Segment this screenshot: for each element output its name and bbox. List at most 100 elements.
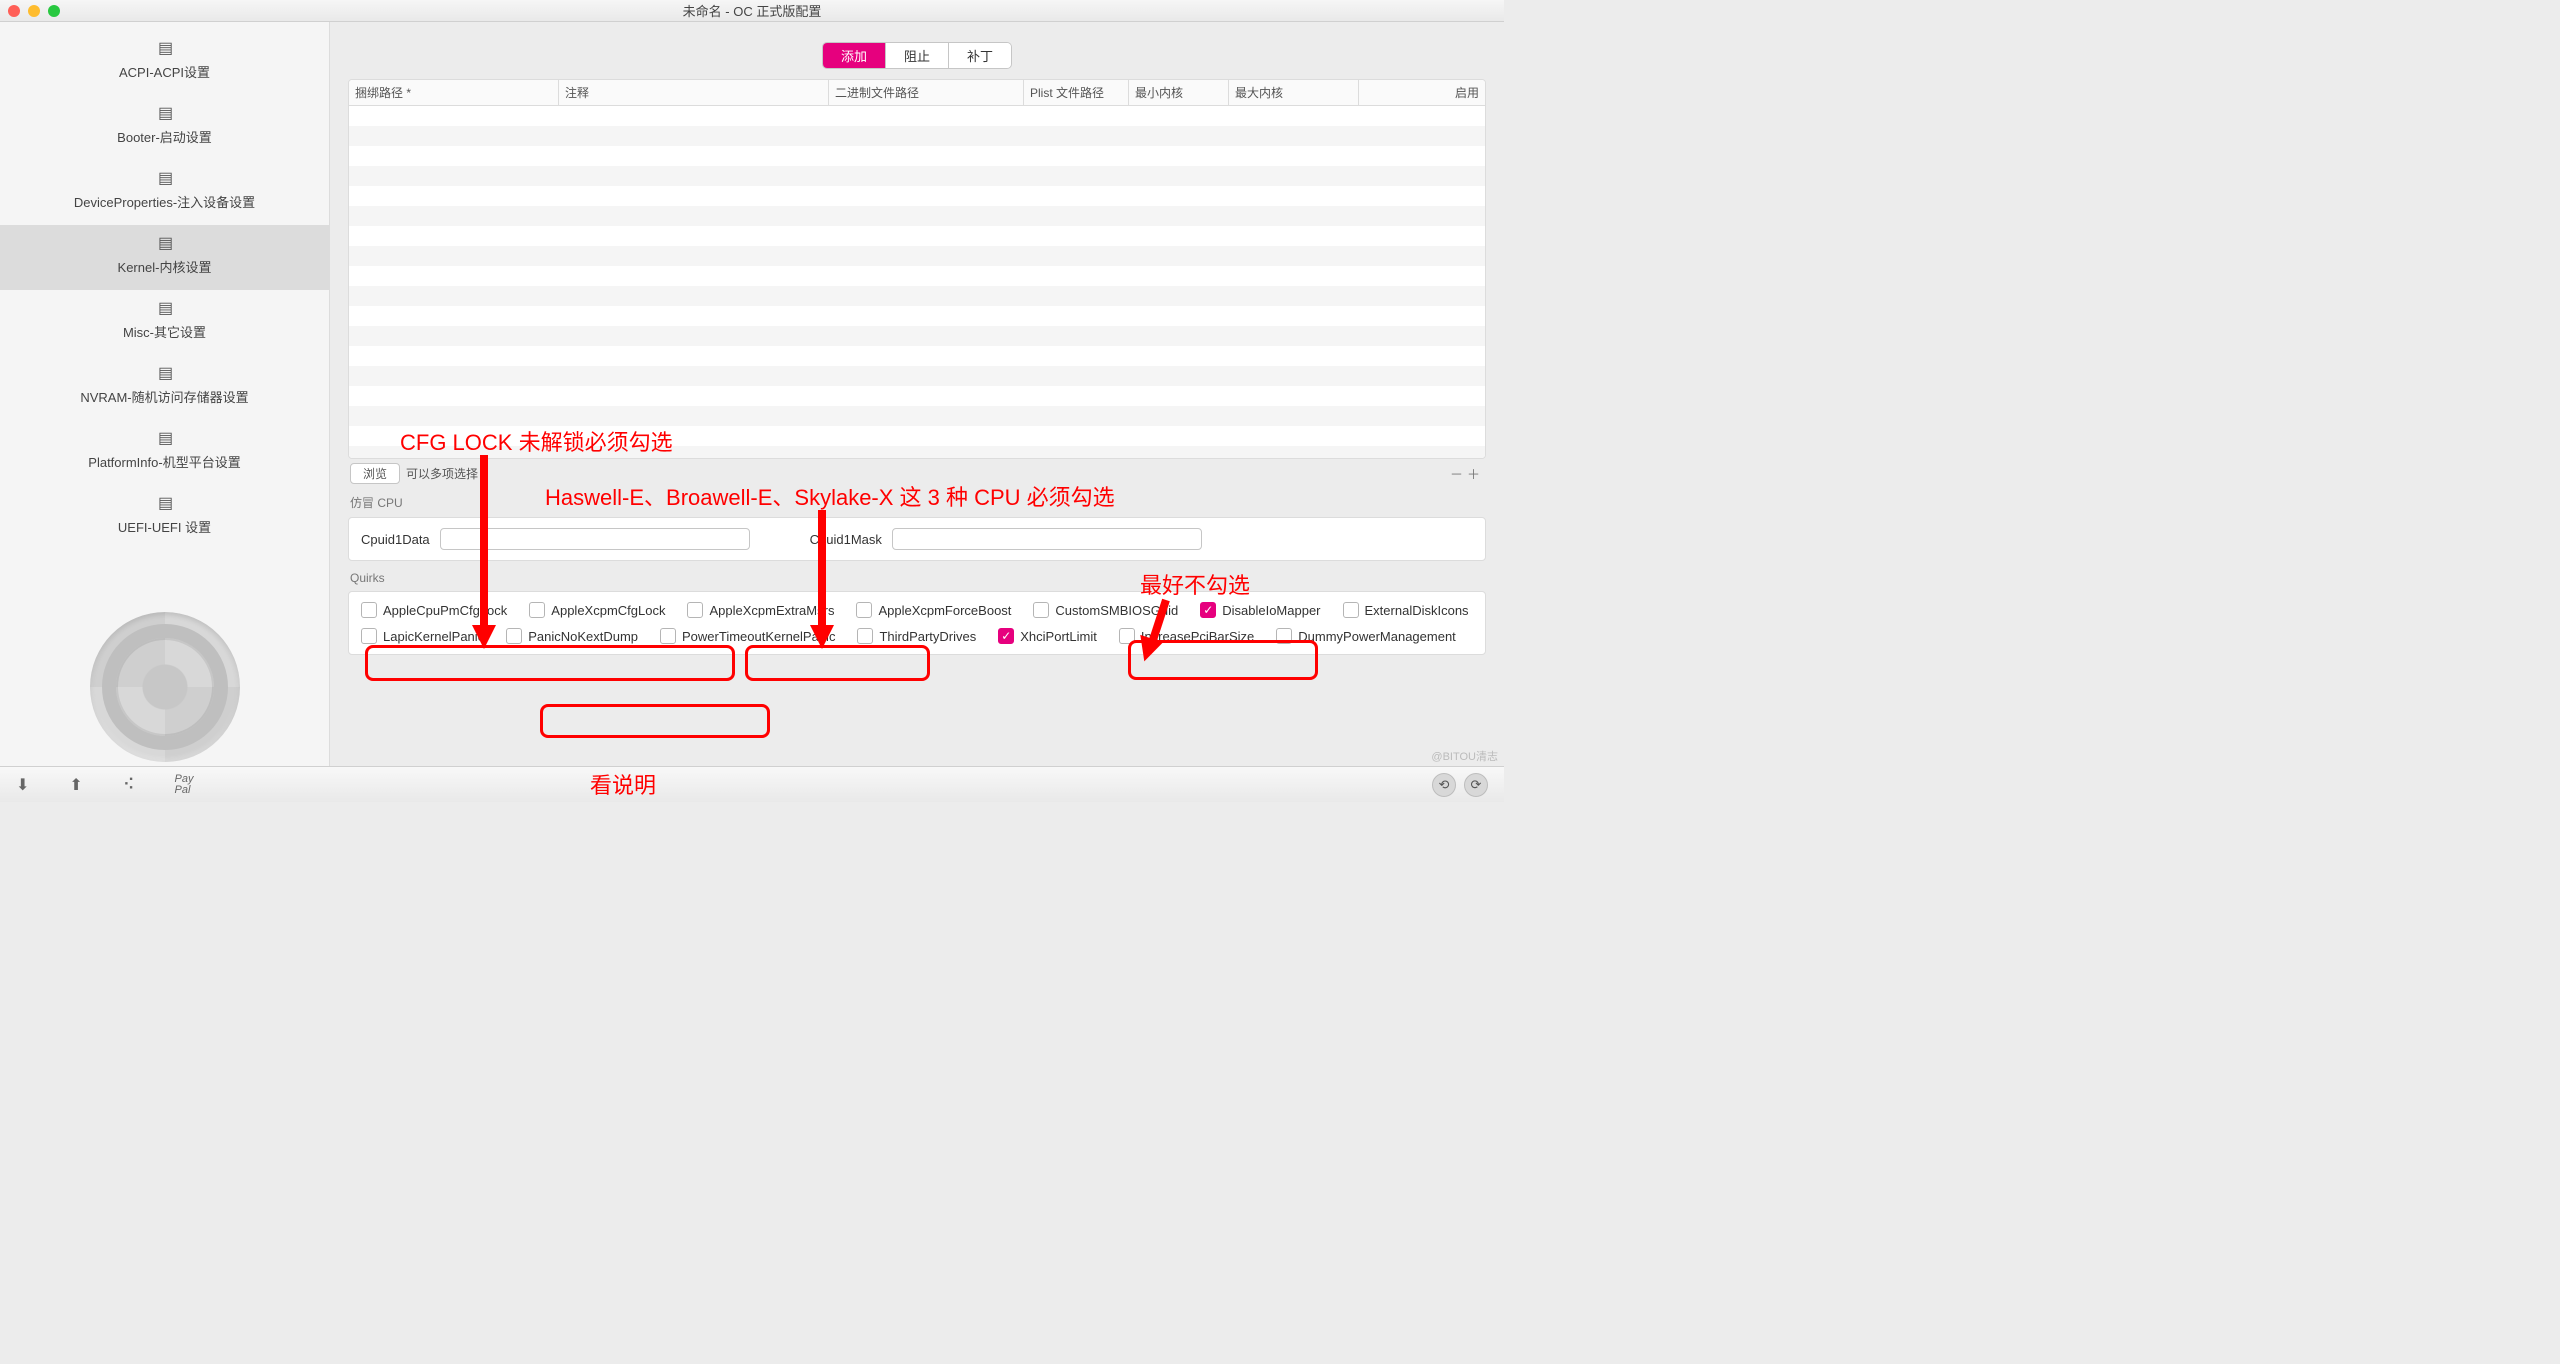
table-row xyxy=(349,206,1485,226)
checkbox-icon xyxy=(1033,602,1049,618)
redo-button[interactable]: ⟳ xyxy=(1464,773,1488,797)
col-minkernel[interactable]: 最小内核 xyxy=(1129,80,1229,105)
checkbox-icon xyxy=(529,602,545,618)
dial-icon xyxy=(90,612,240,762)
table-row xyxy=(349,446,1485,458)
share-icon[interactable]: ⠪ xyxy=(123,775,135,795)
checkbox-label: AppleXcpmCfgLock xyxy=(551,603,665,618)
list-icon: ▤ xyxy=(4,298,325,318)
col-exec[interactable]: 二进制文件路径 xyxy=(829,80,1024,105)
tab-patch[interactable]: 补丁 xyxy=(948,43,1011,68)
table-row xyxy=(349,266,1485,286)
bottom-toolbar: ⬇︎ ⬆︎ ⠪ Pay Pal ⟲ ⟳ xyxy=(0,766,1504,802)
traffic-lights xyxy=(8,5,60,17)
checkbox-label: PowerTimeoutKernelPanic xyxy=(682,629,835,644)
table-body[interactable] xyxy=(349,106,1485,458)
quirk-lapickernelpanic[interactable]: LapicKernelPanic xyxy=(361,628,484,644)
table-row xyxy=(349,366,1485,386)
sidebar-item-kernel[interactable]: ▤ Kernel-内核设置 xyxy=(0,225,329,290)
quirk-disableiomapper[interactable]: DisableIoMapper xyxy=(1200,602,1320,618)
sidebar-item-label: DeviceProperties-注入设备设置 xyxy=(4,192,325,211)
sidebar-item-deviceproperties[interactable]: ▤ DeviceProperties-注入设备设置 xyxy=(0,160,329,225)
undo-button[interactable]: ⟲ xyxy=(1432,773,1456,797)
list-icon: ▤ xyxy=(4,428,325,448)
checkbox-icon xyxy=(506,628,522,644)
table-row xyxy=(349,306,1485,326)
sidebar-item-nvram[interactable]: ▤ NVRAM-随机访问存储器设置 xyxy=(0,355,329,420)
table-row xyxy=(349,126,1485,146)
sidebar: ▤ ACPI-ACPI设置 ▤ Booter-启动设置 ▤ DeviceProp… xyxy=(0,22,330,766)
list-icon: ▤ xyxy=(4,38,325,58)
quirk-applexcpmextramsrs[interactable]: AppleXcpmExtraMsrs xyxy=(687,602,834,618)
sidebar-item-platforminfo[interactable]: ▤ PlatformInfo-机型平台设置 xyxy=(0,420,329,485)
checkbox-label: IncreasePciBarSize xyxy=(1141,629,1254,644)
col-enabled[interactable]: 启用 xyxy=(1359,80,1485,105)
table-row xyxy=(349,426,1485,446)
col-plist[interactable]: Plist 文件路径 xyxy=(1024,80,1129,105)
sidebar-item-label: Booter-启动设置 xyxy=(4,127,325,146)
table-row xyxy=(349,326,1485,346)
checkbox-icon xyxy=(361,628,377,644)
multiselect-hint: 可以多项选择 xyxy=(406,465,478,482)
checkbox-label: XhciPortLimit xyxy=(1020,629,1097,644)
table-row xyxy=(349,226,1485,246)
col-comment[interactable]: 注释 xyxy=(559,80,829,105)
quirk-applexcpmforceboost[interactable]: AppleXcpmForceBoost xyxy=(856,602,1011,618)
table-row xyxy=(349,246,1485,266)
kexts-table[interactable]: 捆绑路径 * 注释 二进制文件路径 Plist 文件路径 最小内核 最大内核 启… xyxy=(348,79,1486,459)
checkbox-icon xyxy=(660,628,676,644)
quirk-customsmbiosguid[interactable]: CustomSMBIOSGuid xyxy=(1033,602,1178,618)
quirk-xhciportlimit[interactable]: XhciPortLimit xyxy=(998,628,1097,644)
navigation-dial[interactable] xyxy=(0,602,329,766)
checkbox-label: ThirdPartyDrives xyxy=(879,629,976,644)
quirk-externaldiskicons[interactable]: ExternalDiskIcons xyxy=(1343,602,1469,618)
checkbox-icon xyxy=(1200,602,1216,618)
sidebar-item-uefi[interactable]: ▤ UEFI-UEFI 设置 xyxy=(0,485,329,550)
minimize-icon[interactable] xyxy=(28,5,40,17)
add-remove-buttons[interactable]: －＋ xyxy=(1450,464,1484,483)
close-icon[interactable] xyxy=(8,5,20,17)
quirks-panel: AppleCpuPmCfgLock AppleXcpmCfgLock Apple… xyxy=(348,591,1486,655)
checkbox-label: AppleXcpmExtraMsrs xyxy=(709,603,834,618)
tab-block[interactable]: 阻止 xyxy=(885,43,948,68)
checkbox-label: PanicNoKextDump xyxy=(528,629,638,644)
list-icon: ▤ xyxy=(4,233,325,253)
checkbox-icon xyxy=(1119,628,1135,644)
sidebar-item-misc[interactable]: ▤ Misc-其它设置 xyxy=(0,290,329,355)
cpuid1mask-input[interactable] xyxy=(892,528,1202,550)
browse-button[interactable]: 浏览 xyxy=(350,463,400,484)
sidebar-item-acpi[interactable]: ▤ ACPI-ACPI设置 xyxy=(0,30,329,95)
quirk-applecpupmcfglock[interactable]: AppleCpuPmCfgLock xyxy=(361,602,507,618)
cpuid1data-input[interactable] xyxy=(440,528,750,550)
checkbox-label: CustomSMBIOSGuid xyxy=(1055,603,1178,618)
emulate-cpu-group-title: 仿冒 CPU xyxy=(350,494,1486,511)
table-row xyxy=(349,106,1485,126)
content-pane: 添加 阻止 补丁 捆绑路径 * 注释 二进制文件路径 Plist 文件路径 最小… xyxy=(330,22,1504,766)
quirk-thirdpartydrives[interactable]: ThirdPartyDrives xyxy=(857,628,976,644)
zoom-icon[interactable] xyxy=(48,5,60,17)
tab-segmented-control: 添加 阻止 补丁 xyxy=(822,42,1012,69)
checkbox-icon xyxy=(1276,628,1292,644)
checkbox-icon xyxy=(361,602,377,618)
export-icon[interactable]: ⬆︎ xyxy=(69,775,82,795)
sidebar-item-booter[interactable]: ▤ Booter-启动设置 xyxy=(0,95,329,160)
paypal-icon[interactable]: Pay Pal xyxy=(175,774,194,796)
emulate-cpu-panel: Cpuid1Data Cpuid1Mask xyxy=(348,517,1486,561)
checkbox-label: AppleXcpmForceBoost xyxy=(878,603,1011,618)
table-header: 捆绑路径 * 注释 二进制文件路径 Plist 文件路径 最小内核 最大内核 启… xyxy=(349,80,1485,106)
checkbox-label: AppleCpuPmCfgLock xyxy=(383,603,507,618)
checkbox-label: DisableIoMapper xyxy=(1222,603,1320,618)
quirk-increasepcibarsize[interactable]: IncreasePciBarSize xyxy=(1119,628,1254,644)
table-footer: 浏览 可以多项选择 －＋ xyxy=(348,459,1486,484)
quirk-panicnokextdump[interactable]: PanicNoKextDump xyxy=(506,628,638,644)
checkbox-icon xyxy=(998,628,1014,644)
import-icon[interactable]: ⬇︎ xyxy=(16,775,29,795)
col-maxkernel[interactable]: 最大内核 xyxy=(1229,80,1359,105)
titlebar: 未命名 - OC 正式版配置 xyxy=(0,0,1504,22)
col-bundlepath[interactable]: 捆绑路径 * xyxy=(349,80,559,105)
quirk-powertimeoutkernelpanic[interactable]: PowerTimeoutKernelPanic xyxy=(660,628,835,644)
quirk-applexcpmcfglock[interactable]: AppleXcpmCfgLock xyxy=(529,602,665,618)
list-icon: ▤ xyxy=(4,493,325,513)
quirk-dummypowermanagement[interactable]: DummyPowerManagement xyxy=(1276,628,1456,644)
tab-add[interactable]: 添加 xyxy=(823,43,885,68)
